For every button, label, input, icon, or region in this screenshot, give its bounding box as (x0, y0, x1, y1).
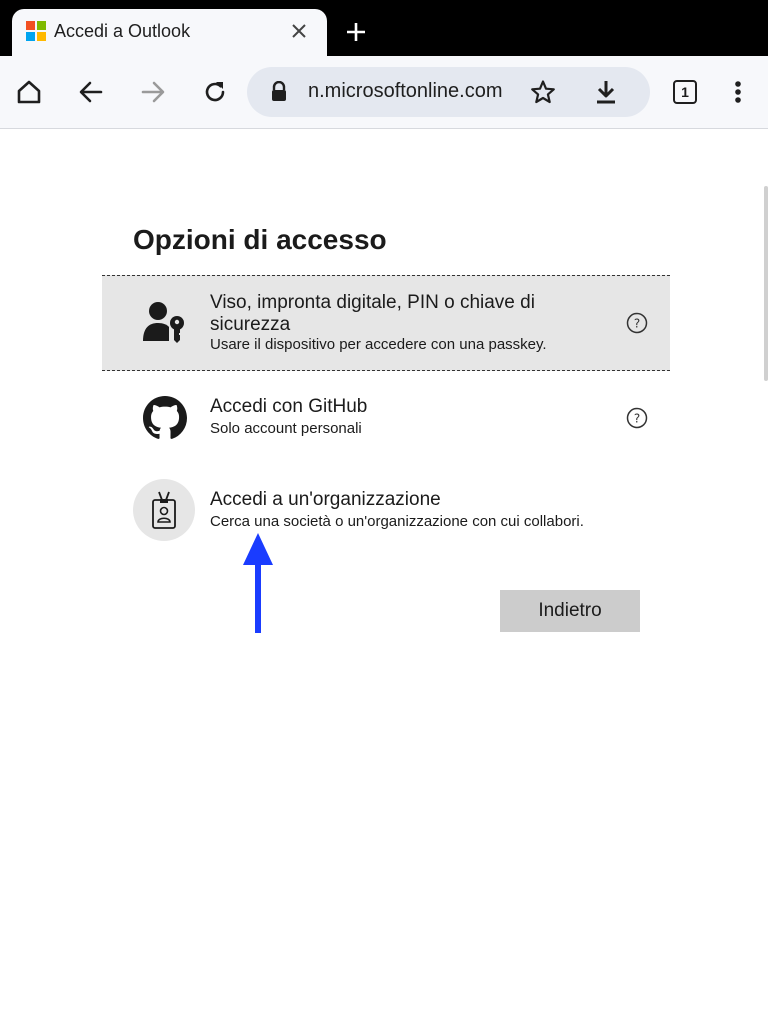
user-key-icon (136, 293, 194, 351)
download-icon[interactable] (593, 78, 619, 106)
reload-button[interactable] (197, 74, 233, 110)
svg-text:?: ? (634, 412, 640, 426)
forward-nav-button[interactable] (135, 74, 171, 110)
url-text[interactable]: n.microsoftonline.com (308, 80, 503, 103)
option-passkey[interactable]: Viso, impronta digitale, PIN o chiave di… (102, 275, 670, 371)
github-icon (136, 389, 194, 447)
more-vert-icon[interactable] (724, 74, 752, 110)
lock-icon[interactable] (269, 81, 289, 103)
option-organization-description: Cerca una società o un'organizzazione co… (210, 513, 584, 530)
back-nav-button[interactable] (73, 74, 109, 110)
microsoft-logo-icon (26, 21, 46, 41)
help-icon[interactable]: ? (626, 312, 648, 334)
option-passkey-description: Usare il dispositivo per accedere con un… (210, 336, 547, 353)
back-button[interactable]: Indietro (500, 590, 640, 632)
page-scrollbar[interactable] (764, 186, 768, 381)
star-icon[interactable] (530, 79, 556, 105)
option-organization[interactable]: Accedi a un'organizzazione Cerca una soc… (102, 476, 670, 546)
browser-tabstrip: Accedi a Outlook (0, 0, 768, 56)
option-github-description: Solo account personali (210, 420, 362, 437)
tab-title: Accedi a Outlook (54, 21, 191, 41)
reload-icon (205, 82, 225, 102)
svg-text:?: ? (634, 317, 640, 331)
arrow-left-icon (79, 81, 103, 103)
close-tab-button[interactable] (288, 20, 310, 42)
plus-icon (347, 23, 365, 41)
browser-tab[interactable]: Accedi a Outlook (12, 9, 327, 56)
annotation-arrow-icon (243, 533, 273, 633)
option-github[interactable]: Accedi con GitHub Solo account personali… (102, 383, 670, 453)
close-icon (292, 24, 306, 38)
option-organization-title: Accedi a un'organizzazione (210, 489, 441, 510)
option-passkey-title: Viso, impronta digitale, PIN o chiave di… (210, 292, 535, 335)
home-button[interactable] (11, 74, 47, 110)
tab-switcher-button[interactable]: 1 (673, 80, 697, 104)
page-title: Opzioni di accesso (133, 224, 387, 255)
help-icon[interactable]: ? (626, 407, 648, 429)
home-icon (17, 80, 41, 104)
option-github-title: Accedi con GitHub (210, 396, 368, 417)
badge-icon (133, 479, 195, 541)
new-tab-button[interactable] (343, 19, 369, 45)
arrow-right-icon (141, 81, 165, 103)
address-bar[interactable]: n.microsoftonline.com (247, 67, 650, 117)
browser-toolbar: n.microsoftonline.com 1 (0, 56, 768, 129)
